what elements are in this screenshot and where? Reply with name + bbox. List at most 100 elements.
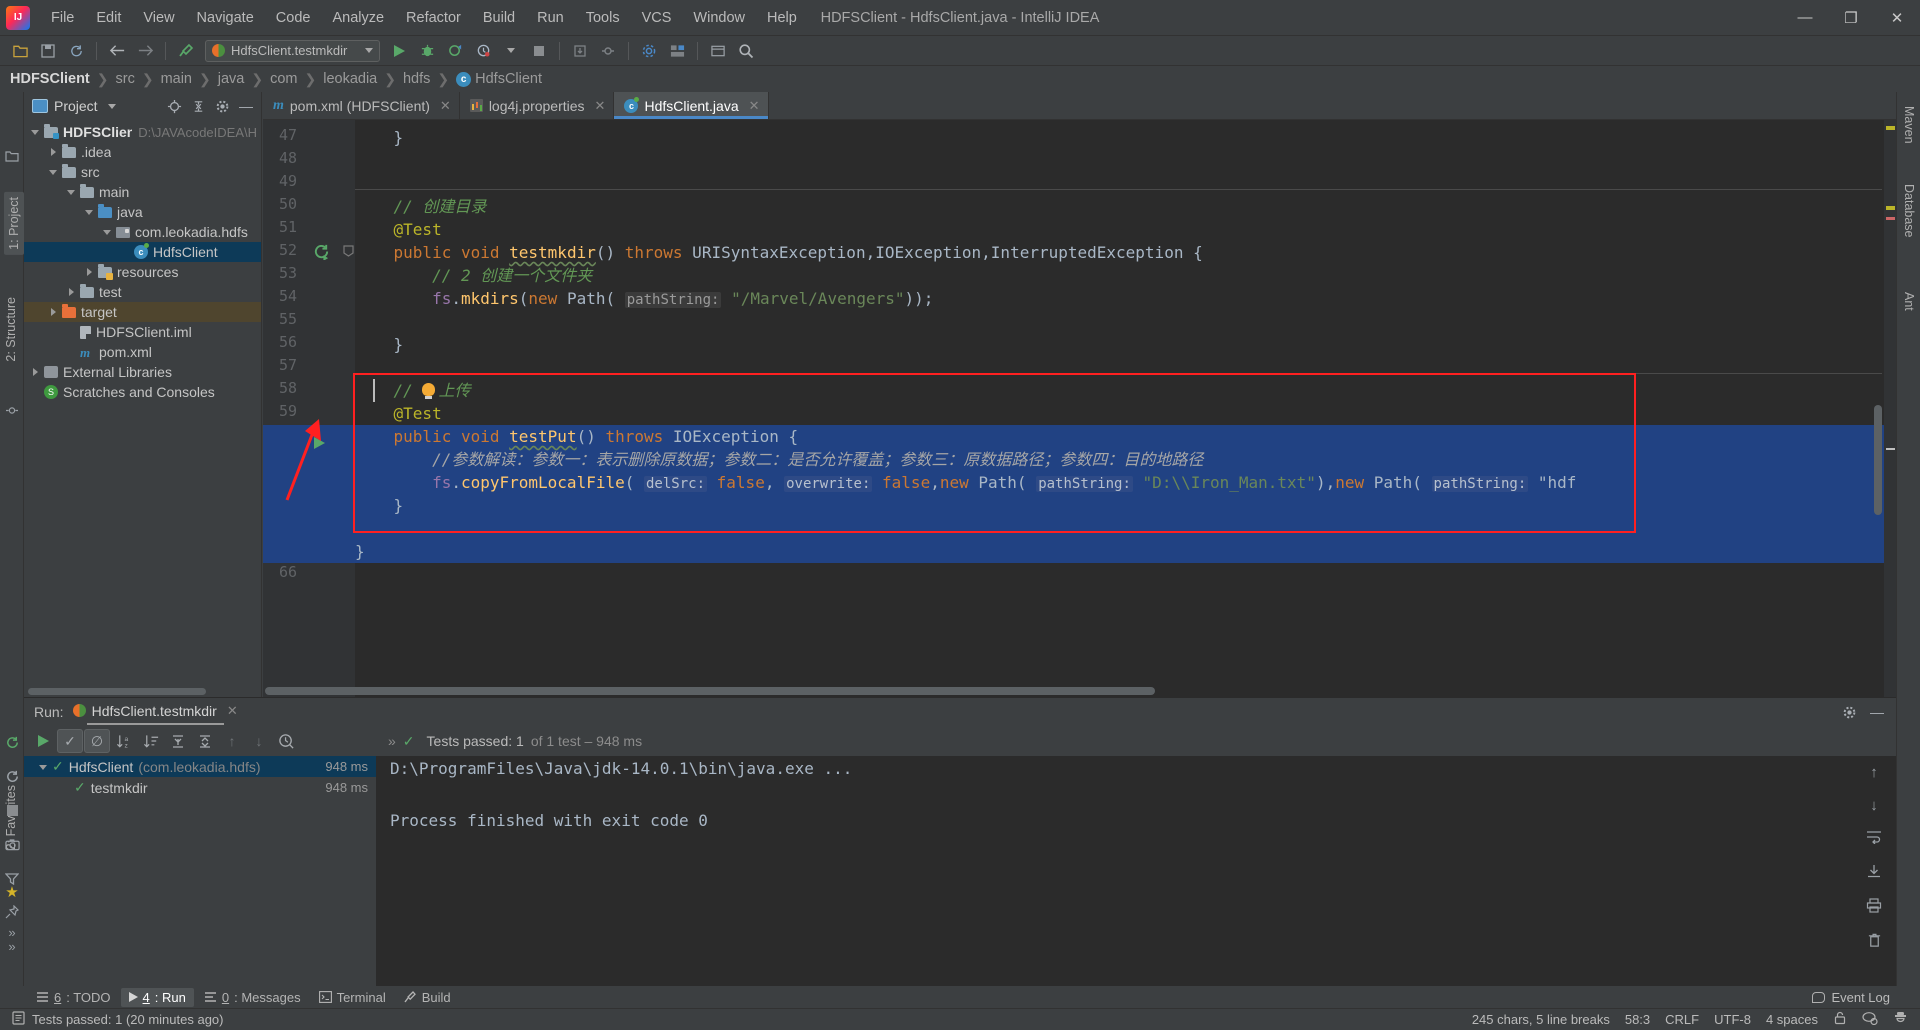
breadcrumb-item-2[interactable]: main <box>161 71 192 87</box>
sort-by-duration-icon[interactable] <box>138 729 164 753</box>
status-caret-position[interactable]: 58:3 <box>1625 1012 1650 1027</box>
back-arrow-icon[interactable] <box>104 39 130 63</box>
menu-refactor[interactable]: Refactor <box>395 6 472 30</box>
chevron-right-icon[interactable] <box>48 146 60 158</box>
inspections-icon[interactable] <box>1862 1011 1878 1028</box>
menu-window[interactable]: Window <box>682 6 756 30</box>
project-tree-item-target[interactable]: target <box>24 302 261 322</box>
code-line-56[interactable]: } <box>355 333 404 356</box>
debug-icon[interactable] <box>414 39 440 63</box>
run-configuration-selector[interactable]: HdfsClient.testmkdir <box>205 39 380 62</box>
tool-button-build[interactable]: Build <box>396 988 459 1007</box>
sync-icon[interactable] <box>63 39 89 63</box>
breadcrumb-item-3[interactable]: java <box>218 71 245 87</box>
breadcrumb-item-5[interactable]: leokadia <box>323 71 377 87</box>
menu-file[interactable]: File <box>40 6 85 30</box>
menu-tools[interactable]: Tools <box>575 6 631 30</box>
profile-icon[interactable] <box>470 39 496 63</box>
rerun-failed-strip-icon[interactable] <box>4 768 20 784</box>
code-line-52[interactable]: public void testmkdir() throws URISyntax… <box>355 241 1203 264</box>
stop-icon[interactable] <box>526 39 552 63</box>
sidebar-tab-database[interactable]: Database <box>1902 184 1916 238</box>
chevron-down-icon[interactable] <box>48 166 60 178</box>
project-tree-item-pom-xml[interactable]: m pom.xml <box>24 342 261 362</box>
maximize-button[interactable]: ❐ <box>1828 0 1874 36</box>
project-tree-item-scratches-and-consoles[interactable]: Scratches and Consoles <box>24 382 261 402</box>
forward-arrow-icon[interactable] <box>132 39 158 63</box>
expand-status-icon[interactable]: » <box>388 733 396 749</box>
prev-failed-icon[interactable]: ↑ <box>219 729 245 753</box>
close-icon[interactable]: ✕ <box>227 703 238 719</box>
editor-vertical-scrollbar[interactable] <box>1874 405 1882 515</box>
chevron-down-icon[interactable] <box>107 103 116 109</box>
chevron-down-icon[interactable] <box>38 761 50 773</box>
clear-all-icon[interactable] <box>1867 933 1882 952</box>
intention-bulb-icon[interactable] <box>422 383 435 399</box>
test-tree-item-testmkdir[interactable]: ✓ testmkdir 948 ms <box>24 777 376 798</box>
lock-icon[interactable] <box>1833 1011 1847 1028</box>
hide-panel-icon[interactable]: — <box>1866 701 1888 723</box>
collapse-all-icon[interactable] <box>187 95 209 117</box>
chevron-down-icon[interactable] <box>84 206 96 218</box>
breadcrumb-item-7[interactable]: HdfsClient <box>475 71 542 87</box>
menu-run[interactable]: Run <box>526 6 575 30</box>
breadcrumb-item-0[interactable]: HDFSClient <box>10 71 90 87</box>
status-line-separator[interactable]: CRLF <box>1665 1012 1699 1027</box>
expand-all-icon[interactable] <box>165 729 191 753</box>
project-files-icon[interactable] <box>4 148 20 164</box>
sort-alphabetically-icon[interactable]: az <box>111 729 137 753</box>
project-tree-item-resources[interactable]: resources <box>24 262 261 282</box>
scroll-up-icon[interactable]: ↑ <box>1870 764 1878 781</box>
editor-horizontal-scrollbar[interactable] <box>265 687 1155 695</box>
code-line-64[interactable] <box>355 517 365 540</box>
code-line-48[interactable] <box>355 149 365 172</box>
show-passed-icon[interactable]: ✓ <box>57 729 83 753</box>
minimize-button[interactable]: — <box>1782 0 1828 36</box>
tool-button-todo[interactable]: 6: TODO <box>28 988 119 1007</box>
code-line-61[interactable]: //参数解读：参数一：表示删除原数据；参数二：是否允许覆盖；参数三：原数据路径；… <box>355 448 1203 471</box>
status-message[interactable]: Tests passed: 1 (20 minutes ago) <box>32 1012 224 1027</box>
close-icon[interactable]: ✕ <box>749 98 760 114</box>
settings-gear-icon[interactable] <box>211 95 233 117</box>
menu-edit[interactable]: Edit <box>85 6 132 30</box>
settings-icon[interactable] <box>636 39 662 63</box>
project-tree-item-src[interactable]: src <box>24 162 261 182</box>
hide-ignored-icon[interactable]: ∅ <box>84 729 110 753</box>
project-structure-icon[interactable] <box>664 39 690 63</box>
build-hammer-icon[interactable] <box>173 39 199 63</box>
code-line-66[interactable] <box>355 563 365 586</box>
chevron-down-icon[interactable] <box>30 126 42 138</box>
menu-build[interactable]: Build <box>472 6 526 30</box>
tool-button-messages[interactable]: 0: Messages <box>196 988 309 1007</box>
filter-strip-icon[interactable] <box>4 870 20 886</box>
rerun-test-icon[interactable] <box>313 243 330 264</box>
rerun-strip-icon[interactable] <box>4 734 20 750</box>
menu-view[interactable]: View <box>132 6 185 30</box>
project-tree-item-external-libraries[interactable]: External Libraries <box>24 362 261 382</box>
select-in-icon[interactable] <box>705 39 731 63</box>
open-folder-icon[interactable] <box>7 39 33 63</box>
notification-icon[interactable] <box>12 1011 25 1028</box>
scroll-down-icon[interactable]: ↓ <box>1870 797 1878 814</box>
project-horizontal-scrollbar[interactable] <box>28 688 206 695</box>
close-button[interactable]: ✕ <box>1874 0 1920 36</box>
code-line-49[interactable] <box>355 172 365 195</box>
code-line-63[interactable]: } <box>355 494 404 517</box>
hector-icon[interactable] <box>1893 1011 1908 1028</box>
project-tree-item-test[interactable]: test <box>24 282 261 302</box>
editor-marker-bar[interactable] <box>1884 120 1896 697</box>
sidebar-tab-maven[interactable]: Maven <box>1902 106 1916 144</box>
status-indent[interactable]: 4 spaces <box>1766 1012 1818 1027</box>
run-icon[interactable] <box>386 39 412 63</box>
close-icon[interactable]: ✕ <box>595 98 606 114</box>
pin-strip-icon[interactable] <box>4 904 20 920</box>
hide-icon[interactable]: — <box>235 95 257 117</box>
search-icon[interactable] <box>733 39 759 63</box>
settings-gear-icon[interactable] <box>1838 701 1860 723</box>
chevron-right-icon[interactable] <box>30 366 42 378</box>
code-line-50[interactable]: // 创建目录 <box>355 195 487 218</box>
project-tree-item-com-leokadia-hdfs[interactable]: com.leokadia.hdfs <box>24 222 261 242</box>
code-line-51[interactable]: @Test <box>355 218 442 241</box>
chevron-down-icon[interactable] <box>66 186 78 198</box>
event-log-button[interactable]: Event Log <box>1812 986 1890 1008</box>
